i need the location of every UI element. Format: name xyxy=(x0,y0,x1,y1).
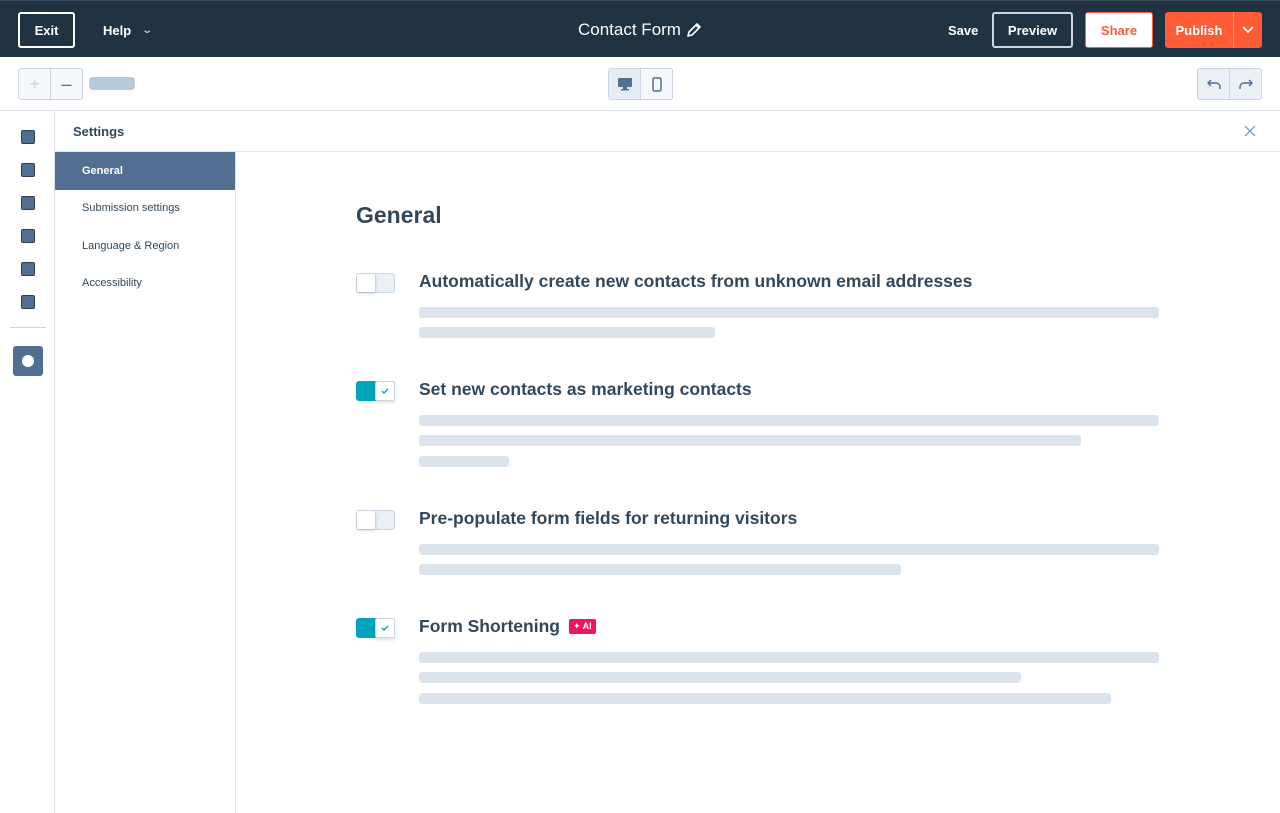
preview-button[interactable]: Preview xyxy=(992,12,1073,48)
check-icon xyxy=(381,625,389,631)
check-icon xyxy=(381,388,389,394)
settings-title: Settings xyxy=(73,124,125,139)
publish-button-group: Publish xyxy=(1165,12,1262,48)
description-placeholder xyxy=(419,564,901,575)
marketing-contacts-toggle[interactable] xyxy=(356,381,395,401)
option-label: Pre-populate form fields for returning v… xyxy=(419,508,798,528)
desktop-view-button[interactable] xyxy=(609,69,641,99)
description-placeholder xyxy=(419,672,1021,683)
section-heading: General xyxy=(356,202,442,228)
redo-icon xyxy=(1238,79,1253,89)
undo-icon xyxy=(1206,79,1221,89)
description-placeholder xyxy=(419,456,509,467)
rail-divider xyxy=(10,327,46,328)
left-rail xyxy=(0,111,55,813)
toggle-knob xyxy=(357,511,376,529)
rail-icon-1[interactable] xyxy=(21,130,35,144)
circle-icon xyxy=(22,355,34,367)
description-placeholder xyxy=(419,307,1159,318)
option-label: Automatically create new contacts from u… xyxy=(419,271,973,291)
rail-icon-6[interactable] xyxy=(21,295,35,309)
form-title-text[interactable]: Contact Form xyxy=(578,20,681,40)
history-controls xyxy=(1197,68,1262,100)
description-placeholder xyxy=(419,327,715,338)
description-placeholder xyxy=(419,693,1111,704)
zoom-out-button[interactable]: – xyxy=(51,69,82,99)
zoom-level-placeholder xyxy=(89,77,135,90)
settings-content: General Automatically create new contact… xyxy=(236,152,1280,813)
toggle-knob xyxy=(375,618,395,638)
device-toggle xyxy=(608,68,673,100)
option-label: Form Shortening ✦ AI xyxy=(419,616,596,637)
description-placeholder xyxy=(419,544,1159,555)
desktop-icon xyxy=(617,78,632,91)
settings-rail-button[interactable] xyxy=(13,346,43,376)
zoom-in-button[interactable]: + xyxy=(19,69,51,99)
prepopulate-fields-toggle[interactable] xyxy=(356,510,395,530)
option-label: Set new contacts as marketing contacts xyxy=(419,379,752,399)
pencil-icon[interactable] xyxy=(686,22,702,38)
settings-header: Settings xyxy=(55,111,1280,152)
top-bar: Exit Help ⌄ Contact Form Save Preview Sh… xyxy=(0,0,1280,57)
mobile-icon xyxy=(651,76,662,92)
nav-item-accessibility[interactable]: Accessibility xyxy=(55,265,235,303)
zoom-controls: + – xyxy=(18,68,83,100)
form-shortening-toggle[interactable] xyxy=(356,618,395,638)
auto-create-contacts-toggle[interactable] xyxy=(356,273,395,293)
rail-icon-4[interactable] xyxy=(21,229,35,243)
nav-item-language-region[interactable]: Language & Region xyxy=(55,227,235,265)
toggle-knob xyxy=(375,381,395,401)
chevron-down-icon xyxy=(1242,26,1254,34)
description-placeholder xyxy=(419,652,1159,663)
rail-icon-2[interactable] xyxy=(21,163,35,177)
toggle-knob xyxy=(357,274,376,292)
settings-nav: General Submission settings Language & R… xyxy=(55,152,236,813)
undo-button[interactable] xyxy=(1198,69,1230,99)
rail-icon-3[interactable] xyxy=(21,196,35,210)
publish-options-button[interactable] xyxy=(1234,12,1262,48)
mobile-view-button[interactable] xyxy=(641,69,672,99)
description-placeholder xyxy=(419,415,1159,426)
nav-item-submission-settings[interactable]: Submission settings xyxy=(55,190,235,228)
description-placeholder xyxy=(419,435,1081,446)
close-icon[interactable] xyxy=(1242,123,1258,139)
save-button[interactable]: Save xyxy=(948,12,978,48)
redo-button[interactable] xyxy=(1230,69,1261,99)
option-label-text: Form Shortening xyxy=(419,616,560,636)
publish-button[interactable]: Publish xyxy=(1165,12,1234,48)
ai-badge: ✦ AI xyxy=(568,619,596,634)
rail-icon-5[interactable] xyxy=(21,262,35,276)
nav-item-general[interactable]: General xyxy=(55,152,235,190)
share-button[interactable]: Share xyxy=(1085,12,1153,48)
editor-toolbar: + – xyxy=(0,57,1280,111)
